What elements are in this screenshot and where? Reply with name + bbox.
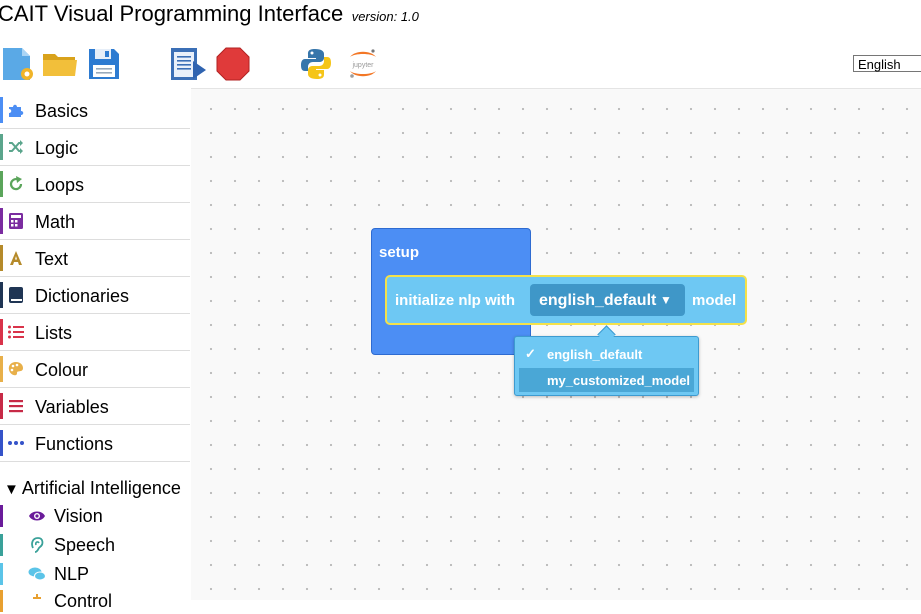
category-label: Logic	[35, 138, 79, 158]
dropdown-option-my-customized-model[interactable]: my_customized_model	[519, 368, 694, 392]
category-text[interactable]: Text	[0, 240, 190, 277]
stop-sign-icon	[216, 47, 250, 81]
dropdown-option-label: my_customized_model	[547, 373, 691, 388]
list-icon	[8, 324, 24, 340]
jupyter-label: jupyter	[351, 62, 374, 69]
category-label: Speech	[54, 535, 116, 555]
new-file-icon	[3, 48, 33, 80]
stop-button[interactable]	[215, 46, 251, 82]
loop-arrow-icon	[8, 176, 24, 192]
category-color-bar	[0, 590, 3, 612]
category-color-bar	[0, 505, 3, 527]
category-nlp[interactable]: NLP	[0, 561, 190, 587]
save-button[interactable]	[87, 46, 121, 82]
category-label: Math	[35, 212, 76, 232]
toolbox: Basics Logic Loops Math Text Dictionarie	[0, 92, 190, 612]
category-variables[interactable]: Variables	[0, 388, 190, 425]
collapse-triangle-icon: ▼	[4, 481, 19, 498]
category-control[interactable]: Control	[0, 588, 190, 614]
nlp-block-suffix: model	[692, 292, 737, 309]
app-version: version: 1.0	[351, 9, 419, 24]
open-folder-button[interactable]	[42, 46, 78, 82]
category-label: Lists	[35, 323, 73, 343]
category-artificial-intelligence[interactable]: ▼ Artificial Intelligence	[4, 478, 181, 499]
variables-icon	[8, 398, 24, 414]
category-color-bar	[0, 356, 3, 382]
shuffle-icon	[8, 139, 24, 155]
category-color-bar	[0, 319, 3, 345]
app-title-area: CAIT Visual Programming Interface versio…	[0, 1, 419, 27]
nlp-block-prefix: initialize nlp with	[395, 292, 515, 309]
puzzle-icon	[8, 102, 24, 118]
category-loops[interactable]: Loops	[0, 166, 190, 203]
category-label: Vision	[54, 506, 103, 526]
category-color-bar	[0, 134, 3, 160]
category-label: Functions	[35, 434, 114, 454]
category-color-bar	[0, 171, 3, 197]
book-icon	[8, 287, 24, 303]
chat-bubbles-icon	[28, 566, 46, 582]
palette-icon	[8, 361, 24, 377]
dots-icon	[8, 435, 24, 451]
language-select[interactable]: English	[853, 55, 921, 72]
category-label: Colour	[35, 360, 89, 380]
category-color-bar	[0, 245, 3, 271]
jupyter-icon: jupyter	[350, 49, 376, 78]
category-label: NLP	[54, 564, 90, 584]
folder-icon	[43, 54, 77, 76]
category-math[interactable]: Math	[0, 203, 190, 240]
dropdown-option-english-default[interactable]: ✓ english_default	[519, 343, 694, 365]
jupyter-button[interactable]: jupyter	[344, 46, 382, 82]
category-color-bar	[0, 282, 3, 308]
category-label: Artificial Intelligence	[21, 478, 181, 498]
model-dropdown[interactable]: english_default ▼	[530, 284, 685, 316]
floppy-disk-icon	[89, 49, 119, 79]
category-speech[interactable]: Speech	[0, 532, 190, 558]
category-basics[interactable]: Basics	[0, 92, 190, 129]
setup-block-label: setup	[379, 244, 420, 261]
category-logic[interactable]: Logic	[0, 129, 190, 166]
run-button[interactable]	[169, 46, 207, 82]
category-color-bar	[0, 393, 3, 419]
new-file-button[interactable]	[0, 46, 36, 82]
model-dropdown-value: english_default	[539, 292, 657, 309]
category-color-bar	[0, 208, 3, 234]
dropdown-option-label: english_default	[547, 347, 643, 362]
category-label: Control	[54, 591, 113, 611]
category-label: Variables	[35, 397, 109, 417]
category-color-bar	[0, 97, 3, 123]
checkmark-icon: ✓	[525, 346, 536, 361]
chevron-down-icon: ▼	[660, 293, 672, 307]
category-label: Loops	[35, 175, 85, 195]
category-label: Dictionaries	[35, 286, 130, 306]
text-a-icon	[8, 250, 24, 266]
python-icon	[301, 49, 331, 79]
category-vision[interactable]: Vision	[0, 503, 190, 529]
category-label: Basics	[35, 101, 89, 121]
python-button[interactable]	[298, 46, 334, 82]
category-color-bar	[0, 430, 3, 456]
category-color-bar	[0, 563, 3, 585]
category-label: Text	[35, 249, 69, 269]
app-title: CAIT Visual Programming Interface	[0, 1, 344, 26]
eye-icon	[28, 508, 46, 524]
calculator-icon	[8, 213, 24, 229]
control-icon	[28, 593, 46, 609]
category-colour[interactable]: Colour	[0, 351, 190, 388]
ear-icon	[28, 537, 46, 553]
category-functions[interactable]: Functions	[0, 425, 190, 462]
category-color-bar	[0, 534, 3, 556]
run-script-icon	[171, 48, 206, 80]
category-lists[interactable]: Lists	[0, 314, 190, 351]
category-dictionaries[interactable]: Dictionaries	[0, 277, 190, 314]
